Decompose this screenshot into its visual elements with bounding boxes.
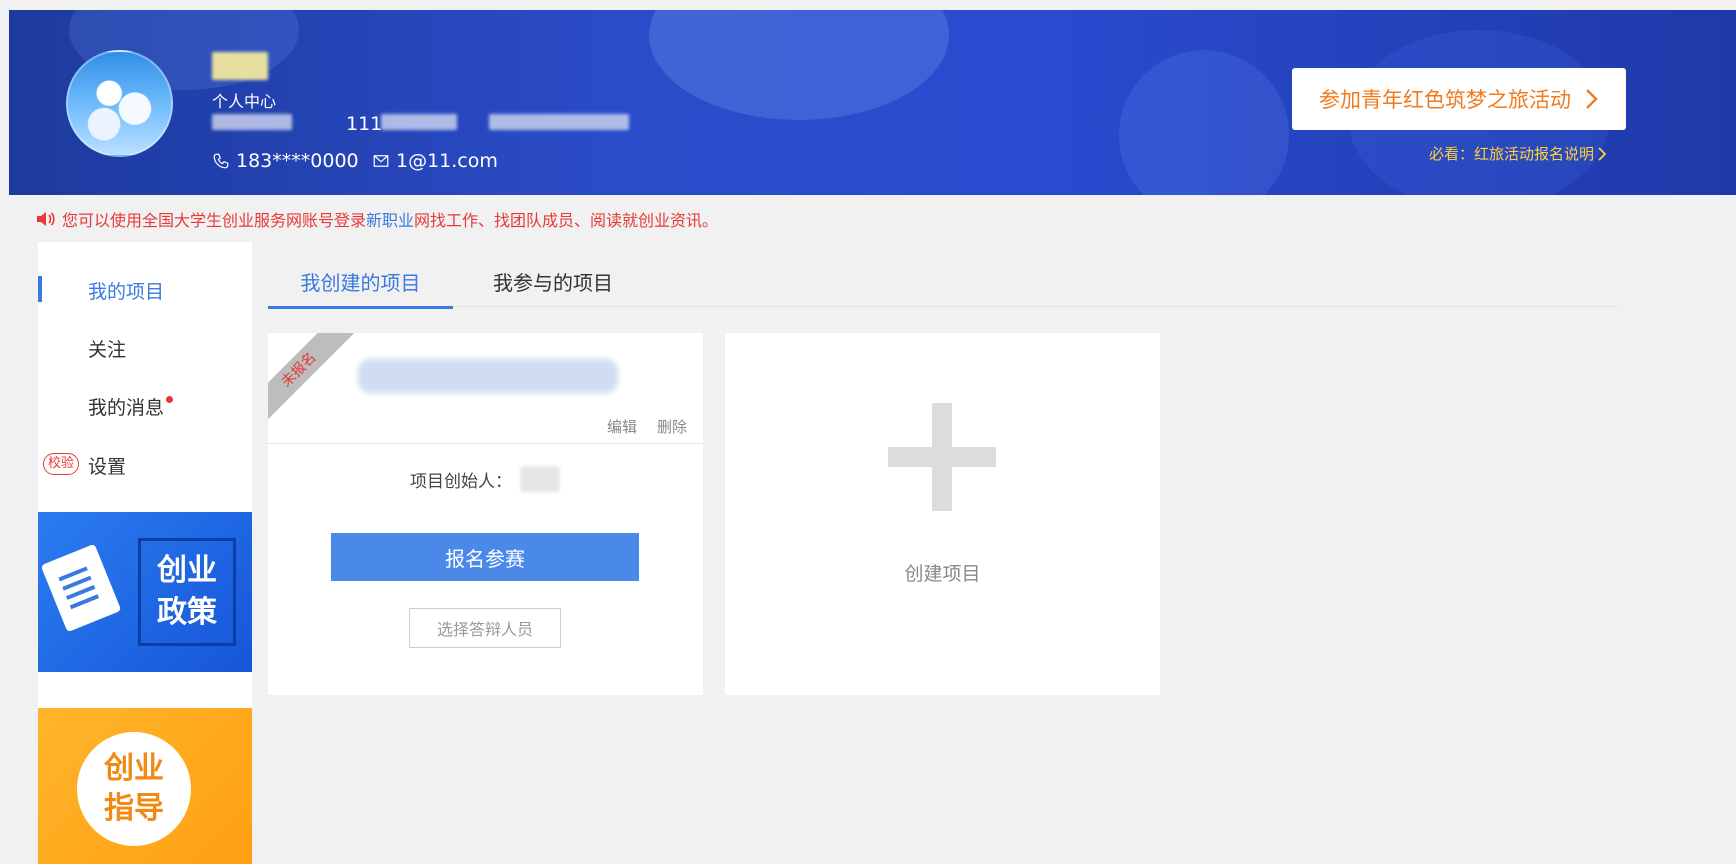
delete-link[interactable]: 删除 bbox=[657, 416, 687, 437]
create-project-card[interactable]: 创建项目 bbox=[725, 333, 1160, 695]
creator-name-redacted bbox=[520, 466, 560, 492]
phone-icon bbox=[213, 153, 229, 169]
sidebar-item-label: 我的消息 bbox=[88, 396, 165, 419]
sidebar-item-follow[interactable]: 关注 bbox=[38, 326, 252, 370]
sidebar-item-label: 我的项目 bbox=[88, 280, 165, 303]
email-contact: 1@11.com bbox=[372, 150, 498, 172]
chevron-right-icon bbox=[1586, 89, 1598, 109]
notice-link[interactable]: 新职业 bbox=[366, 211, 414, 230]
notice-text-prefix: 您可以使用全国大学生创业服务网账号登录 bbox=[62, 211, 367, 230]
redacted-info bbox=[381, 114, 457, 130]
document-icon bbox=[40, 543, 122, 633]
avatar[interactable] bbox=[66, 50, 173, 157]
register-button[interactable]: 报名参赛 bbox=[331, 533, 639, 581]
tab-joined-projects[interactable]: 我参与的项目 bbox=[478, 255, 628, 307]
promo-guide-text: 创业 指导 bbox=[77, 732, 191, 846]
promo-startup-policy[interactable]: 创业 政策 bbox=[38, 512, 252, 672]
status-ribbon: 未报名 bbox=[268, 333, 362, 433]
phone-number: 183****0000 bbox=[236, 150, 359, 172]
decor-bubble bbox=[1119, 50, 1289, 195]
must-read-link[interactable]: 必看：红旅活动报名说明 bbox=[1429, 143, 1607, 164]
plus-icon-bar bbox=[888, 447, 996, 467]
creator-label: 项目创始人： bbox=[410, 471, 512, 492]
chevron-right-icon bbox=[1598, 146, 1607, 161]
personal-center-label: 个人中心 bbox=[212, 92, 277, 111]
promo-guide-line2: 指导 bbox=[104, 791, 164, 826]
divider bbox=[268, 443, 703, 444]
profile-header: 个人中心 111 183****0000 1@11.com 参加青年红色筑梦之旅… bbox=[9, 10, 1736, 195]
must-read-label: 必看：红旅活动报名说明 bbox=[1429, 145, 1595, 163]
notice-text-suffix: 网找工作、找团队成员、阅读就创业资讯。 bbox=[414, 211, 719, 230]
promo-policy-line2: 政策 bbox=[157, 595, 217, 630]
decor-bubble bbox=[649, 10, 949, 120]
mail-icon bbox=[373, 155, 389, 167]
create-project-label: 创建项目 bbox=[904, 563, 981, 585]
edit-link[interactable]: 编辑 bbox=[607, 416, 637, 437]
notice-bar: 您可以使用全国大学生创业服务网账号登录新职业网找工作、找团队成员、阅读就创业资讯… bbox=[36, 207, 718, 231]
join-activity-label: 参加青年红色筑梦之旅活动 bbox=[1319, 88, 1571, 112]
sidebar-item-settings[interactable]: 校验 设置 bbox=[38, 443, 252, 487]
redacted-info bbox=[489, 114, 629, 130]
card-actions: 编辑 删除 bbox=[607, 416, 687, 437]
sidebar: 我的项目 关注 我的消息 校验 设置 创业 政策 创业 指导 bbox=[38, 242, 252, 864]
tab-created-projects[interactable]: 我创建的项目 bbox=[268, 255, 453, 309]
phone-contact: 183****0000 bbox=[212, 150, 359, 172]
username-redacted bbox=[212, 52, 268, 80]
select-defense-button[interactable]: 选择答辩人员 bbox=[409, 608, 561, 648]
project-title-redacted bbox=[358, 359, 618, 393]
sidebar-item-my-projects[interactable]: 我的项目 bbox=[38, 268, 252, 312]
promo-policy-text: 创业 政策 bbox=[138, 538, 236, 646]
join-activity-button[interactable]: 参加青年红色筑梦之旅活动 bbox=[1292, 68, 1626, 130]
unread-dot bbox=[166, 395, 174, 403]
sidebar-item-messages[interactable]: 我的消息 bbox=[38, 384, 252, 428]
verify-badge: 校验 bbox=[43, 453, 80, 475]
sidebar-item-label: 关注 bbox=[88, 338, 127, 361]
info-number: 111 bbox=[346, 113, 383, 135]
sidebar-item-label: 设置 bbox=[88, 455, 127, 478]
redacted-info bbox=[212, 114, 292, 130]
speaker-icon bbox=[37, 212, 55, 226]
promo-startup-guide[interactable]: 创业 指导 bbox=[38, 708, 252, 864]
project-tabs: 我创建的项目 我参与的项目 bbox=[268, 255, 1618, 309]
project-card: 未报名 编辑 删除 项目创始人： 报名参赛 选择答辩人员 bbox=[268, 333, 703, 695]
promo-guide-line1: 创业 bbox=[104, 751, 164, 786]
promo-policy-line1: 创业 bbox=[157, 553, 217, 588]
project-creator: 项目创始人： bbox=[410, 466, 560, 492]
email-address: 1@11.com bbox=[396, 150, 498, 172]
